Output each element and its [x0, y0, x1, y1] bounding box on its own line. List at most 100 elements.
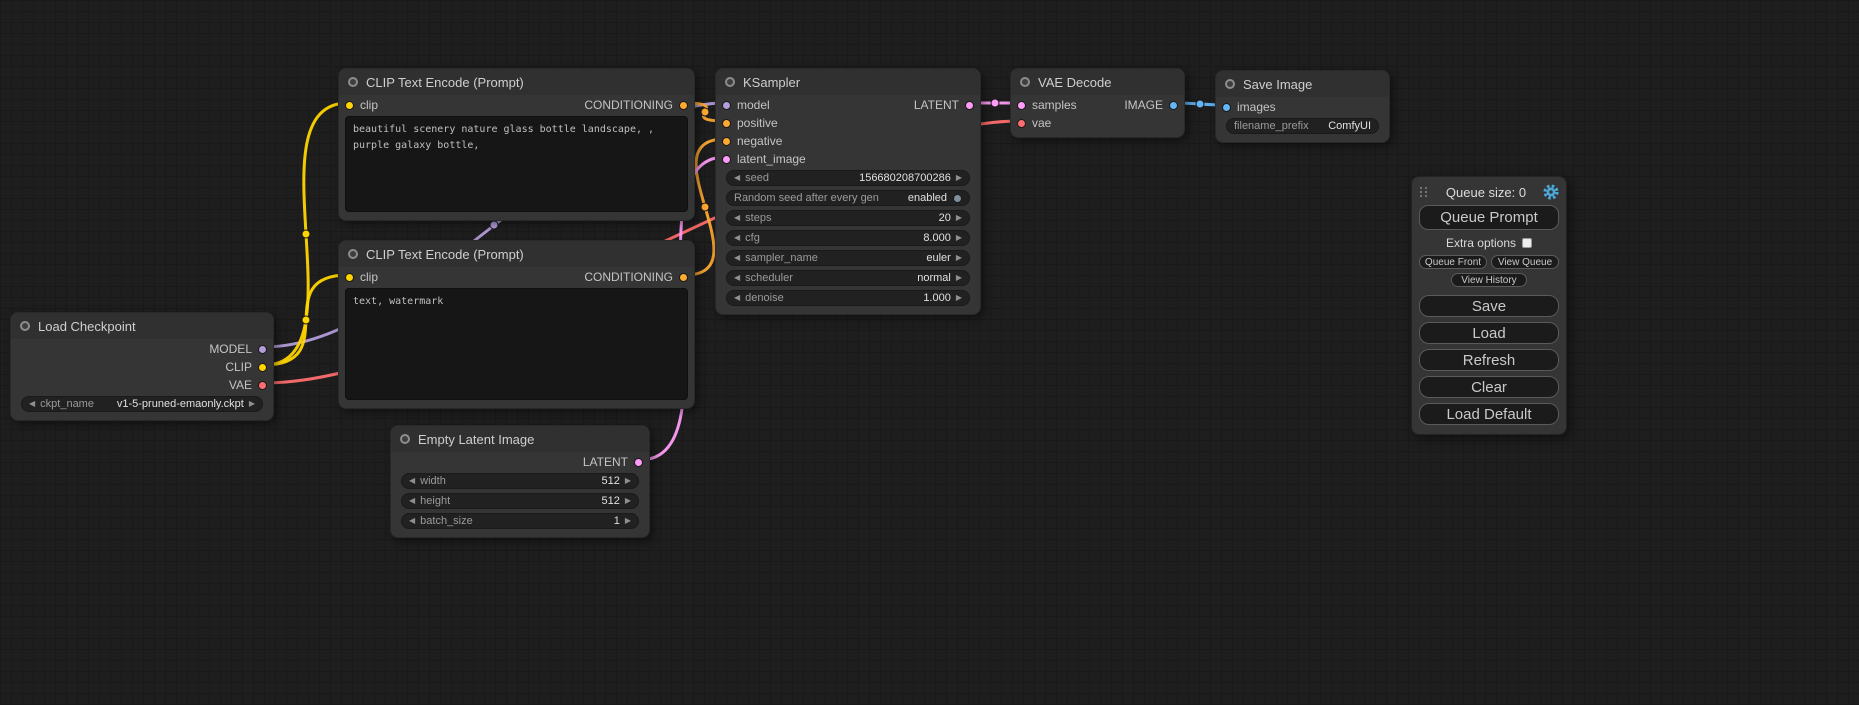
refresh-button[interactable]: Refresh	[1419, 349, 1559, 371]
collapse-dot[interactable]	[1225, 79, 1235, 89]
widget-steps[interactable]: steps 20	[726, 210, 970, 226]
node-graph-canvas[interactable]: Load Checkpoint MODEL CLIP VAE	[0, 0, 1859, 705]
output-port-latent[interactable]: LATENT	[914, 96, 980, 114]
node-save-image[interactable]: Save Image images filename_prefix ComfyU…	[1215, 70, 1390, 143]
decrement-arrow-icon[interactable]	[29, 400, 35, 408]
input-port-latent-image[interactable]: latent_image	[716, 150, 806, 168]
output-port-model[interactable]: MODEL	[209, 340, 273, 358]
port-dot-vae[interactable]	[1017, 119, 1026, 128]
increment-arrow-icon[interactable]	[249, 400, 255, 408]
output-port-conditioning[interactable]: CONDITIONING	[584, 268, 694, 286]
port-dot-conditioning[interactable]	[722, 119, 731, 128]
drag-handle-icon[interactable]	[1419, 186, 1429, 199]
port-dot-model[interactable]	[722, 101, 731, 110]
toggle-indicator-icon[interactable]	[953, 194, 962, 203]
widget-filename-prefix[interactable]: filename_prefix ComfyUI	[1226, 118, 1379, 134]
node-header[interactable]: Empty Latent Image	[391, 426, 649, 452]
input-port-positive[interactable]: positive	[716, 114, 806, 132]
node-clip-text-encode-positive[interactable]: CLIP Text Encode (Prompt) clip CONDITION…	[338, 68, 695, 221]
collapse-dot[interactable]	[725, 77, 735, 87]
node-header[interactable]: CLIP Text Encode (Prompt)	[339, 241, 694, 267]
increment-arrow-icon[interactable]	[625, 477, 631, 485]
input-port-images[interactable]: images	[1216, 98, 1276, 116]
positive-prompt-textarea[interactable]: beautiful scenery nature glass bottle la…	[345, 116, 688, 212]
increment-arrow-icon[interactable]	[625, 517, 631, 525]
load-button[interactable]: Load	[1419, 322, 1559, 344]
collapse-dot[interactable]	[348, 77, 358, 87]
port-dot-conditioning[interactable]	[679, 273, 688, 282]
output-port-clip[interactable]: CLIP	[225, 358, 273, 376]
port-dot-image[interactable]	[1169, 101, 1178, 110]
view-history-button[interactable]: View History	[1451, 273, 1527, 287]
port-dot-model[interactable]	[258, 345, 267, 354]
node-header[interactable]: CLIP Text Encode (Prompt)	[339, 69, 694, 95]
decrement-arrow-icon[interactable]	[734, 174, 740, 182]
increment-arrow-icon[interactable]	[956, 294, 962, 302]
queue-prompt-button[interactable]: Queue Prompt	[1419, 205, 1559, 230]
output-port-conditioning[interactable]: CONDITIONING	[584, 96, 694, 114]
port-dot-latent[interactable]	[634, 458, 643, 467]
decrement-arrow-icon[interactable]	[734, 234, 740, 242]
widget-denoise[interactable]: denoise 1.000	[726, 290, 970, 306]
port-dot-latent[interactable]	[965, 101, 974, 110]
input-port-samples[interactable]: samples	[1011, 96, 1077, 114]
widget-seed[interactable]: seed 156680208700286	[726, 170, 970, 186]
increment-arrow-icon[interactable]	[956, 214, 962, 222]
collapse-dot[interactable]	[400, 434, 410, 444]
widget-ckpt-name[interactable]: ckpt_name v1-5-pruned-emaonly.ckpt	[21, 396, 263, 412]
port-dot-clip[interactable]	[258, 363, 267, 372]
node-header[interactable]: KSampler	[716, 69, 980, 95]
increment-arrow-icon[interactable]	[956, 274, 962, 282]
input-port-vae[interactable]: vae	[1011, 114, 1051, 132]
increment-arrow-icon[interactable]	[956, 254, 962, 262]
decrement-arrow-icon[interactable]	[734, 214, 740, 222]
increment-arrow-icon[interactable]	[956, 174, 962, 182]
widget-sampler-name[interactable]: sampler_name euler	[726, 250, 970, 266]
collapse-dot[interactable]	[1020, 77, 1030, 87]
widget-batch-size[interactable]: batch_size 1	[401, 513, 639, 529]
port-dot-latent[interactable]	[1017, 101, 1026, 110]
node-vae-decode[interactable]: VAE Decode samples IMAGE vae	[1010, 68, 1185, 138]
decrement-arrow-icon[interactable]	[734, 254, 740, 262]
output-port-vae[interactable]: VAE	[229, 376, 273, 394]
collapse-dot[interactable]	[20, 321, 30, 331]
save-button[interactable]: Save	[1419, 295, 1559, 317]
port-dot-vae[interactable]	[258, 381, 267, 390]
extra-options-checkbox[interactable]	[1522, 238, 1532, 248]
settings-gear-icon[interactable]	[1543, 184, 1559, 200]
port-dot-clip[interactable]	[345, 273, 354, 282]
node-header[interactable]: VAE Decode	[1011, 69, 1184, 95]
collapse-dot[interactable]	[348, 249, 358, 259]
decrement-arrow-icon[interactable]	[409, 497, 415, 505]
port-dot-clip[interactable]	[345, 101, 354, 110]
node-empty-latent-image[interactable]: Empty Latent Image LATENT width 512 heig…	[390, 425, 650, 538]
port-dot-latent[interactable]	[722, 155, 731, 164]
negative-prompt-textarea[interactable]: text, watermark	[345, 288, 688, 400]
decrement-arrow-icon[interactable]	[734, 294, 740, 302]
port-dot-image[interactable]	[1222, 103, 1231, 112]
queue-front-button[interactable]: Queue Front	[1419, 255, 1487, 269]
input-port-model[interactable]: model	[716, 96, 806, 114]
node-ksampler[interactable]: KSampler model positive negative lat	[715, 68, 981, 315]
input-port-negative[interactable]: negative	[716, 132, 806, 150]
node-header[interactable]: Load Checkpoint	[11, 313, 273, 339]
node-header[interactable]: Save Image	[1216, 71, 1389, 97]
input-port-clip[interactable]: clip	[339, 268, 378, 286]
output-port-image[interactable]: IMAGE	[1124, 96, 1184, 114]
port-dot-conditioning[interactable]	[722, 137, 731, 146]
widget-cfg[interactable]: cfg 8.000	[726, 230, 970, 246]
widget-scheduler[interactable]: scheduler normal	[726, 270, 970, 286]
load-default-button[interactable]: Load Default	[1419, 403, 1559, 425]
view-queue-button[interactable]: View Queue	[1491, 255, 1559, 269]
port-dot-conditioning[interactable]	[679, 101, 688, 110]
widget-width[interactable]: width 512	[401, 473, 639, 489]
output-port-latent[interactable]: LATENT	[583, 453, 649, 471]
decrement-arrow-icon[interactable]	[409, 477, 415, 485]
increment-arrow-icon[interactable]	[956, 234, 962, 242]
increment-arrow-icon[interactable]	[625, 497, 631, 505]
clear-button[interactable]: Clear	[1419, 376, 1559, 398]
widget-random-seed-toggle[interactable]: Random seed after every gen enabled	[726, 190, 970, 206]
node-clip-text-encode-negative[interactable]: CLIP Text Encode (Prompt) clip CONDITION…	[338, 240, 695, 409]
widget-height[interactable]: height 512	[401, 493, 639, 509]
decrement-arrow-icon[interactable]	[734, 274, 740, 282]
